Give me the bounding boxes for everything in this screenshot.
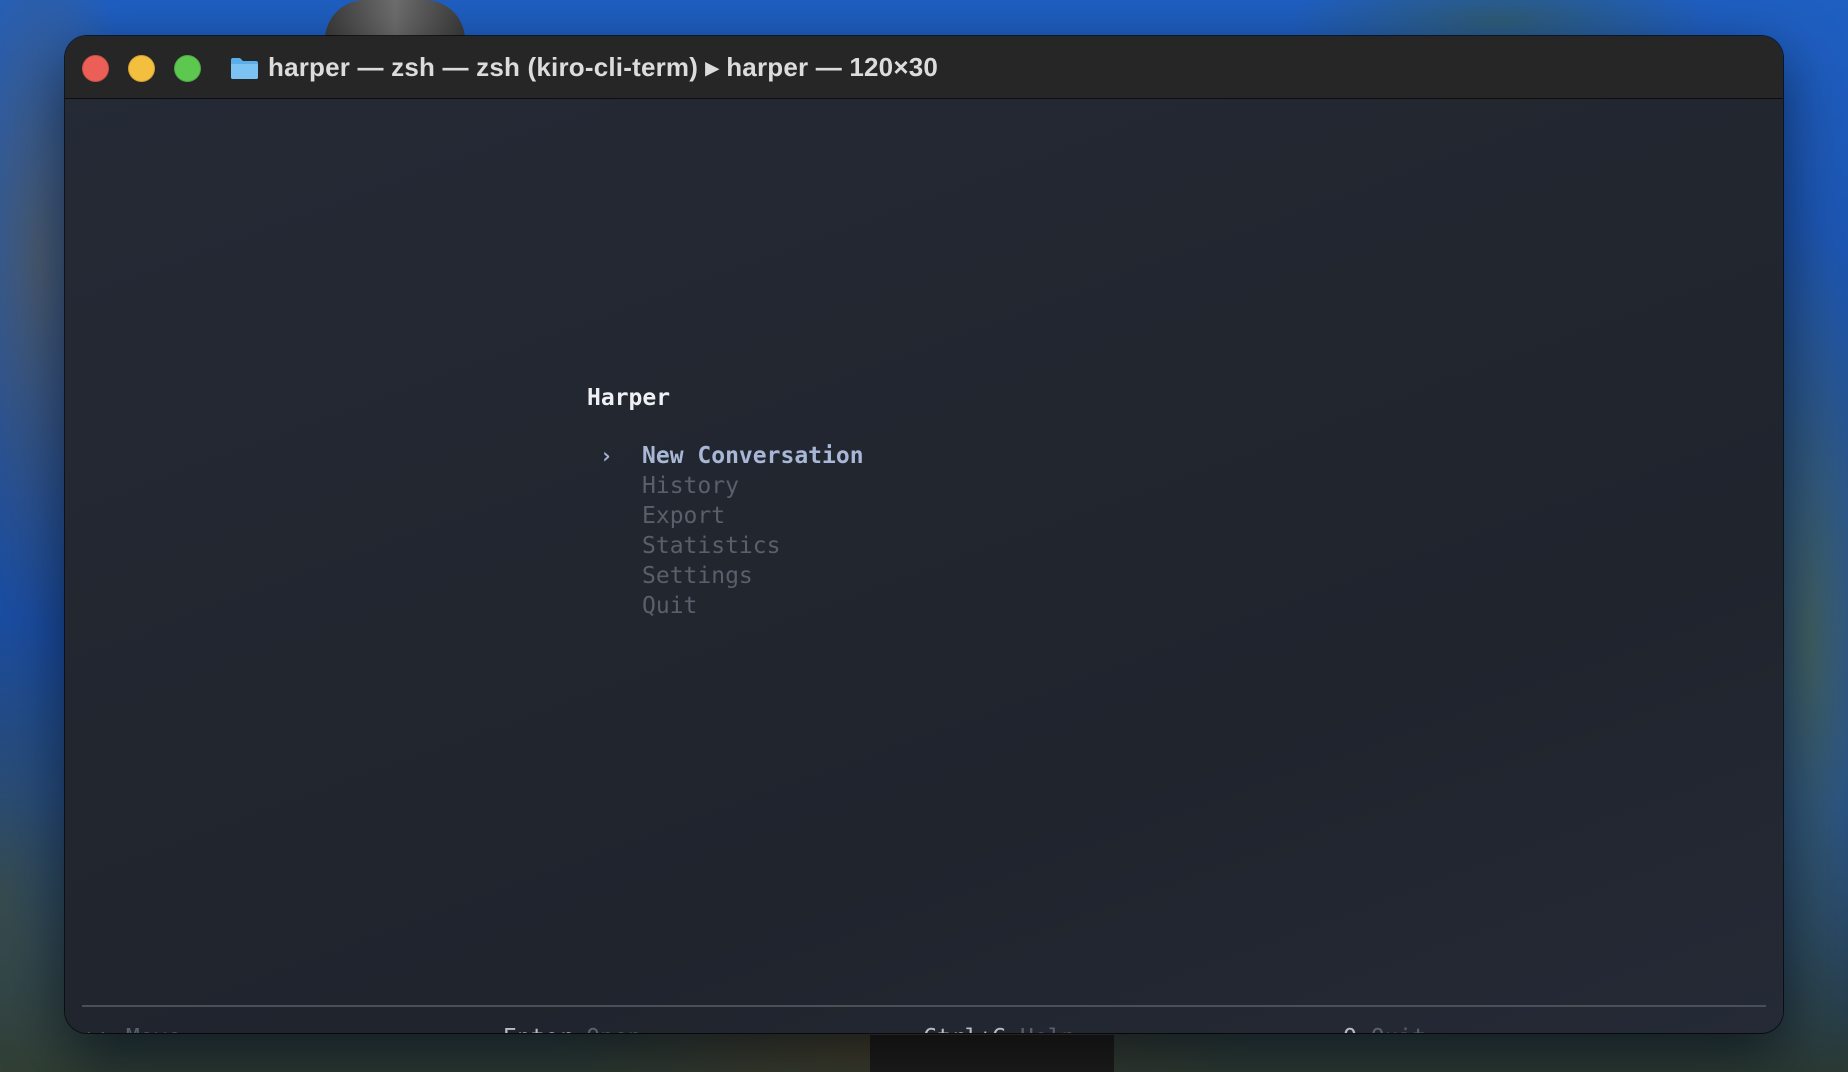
menu-item-label: Export [642,503,726,529]
close-window-button[interactable] [82,55,109,82]
hint-quit-label: Quit [1371,1025,1426,1033]
statusbar-divider [82,1005,1766,1007]
window-titlebar[interactable]: harper — zsh — zsh (kiro-cli-term) ▸ har… [65,36,1783,99]
up-down-arrows-icon: ↑↓ [82,1021,112,1033]
menu-item-label: Settings [642,563,753,589]
terminal-window: harper — zsh — zsh (kiro-cli-term) ▸ har… [65,36,1783,1033]
menu-item-label: New Conversation [642,443,864,469]
window-title: harper — zsh — zsh (kiro-cli-term) ▸ har… [268,52,939,82]
maximize-window-button[interactable] [174,55,201,82]
menu-item-export[interactable]: Export [600,501,864,531]
folder-icon [231,58,258,79]
menu-item-statistics[interactable]: Statistics [600,531,864,561]
main-menu: › New Conversation History Export Statis… [600,441,864,621]
menu-item-settings[interactable]: Settings [600,561,864,591]
hint-open: Enter Open [503,1021,642,1033]
menu-item-new-conversation[interactable]: › New Conversation [600,441,864,471]
hint-help-label: Help [1020,1025,1075,1033]
menu-item-history[interactable]: History [600,471,864,501]
hint-move: ↑↓ Move [82,1021,181,1033]
hint-help-key: Ctrl+G [923,1025,1006,1033]
selection-caret-icon: › [600,444,613,468]
menu-item-label: Quit [642,593,698,619]
desktop-wallpaper-tree [325,0,465,40]
minimize-window-button[interactable] [128,55,155,82]
hint-move-label: Move [126,1025,181,1033]
menu-item-label: Statistics [642,533,781,559]
hint-quit: Q Quit [1343,1021,1426,1033]
app-title: Harper [587,385,671,411]
menu-item-label: History [642,473,739,499]
hint-help: Ctrl+G Help [923,1021,1075,1033]
hint-quit-key: Q [1343,1025,1357,1033]
desktop-wallpaper-post [870,1035,1114,1072]
menu-item-quit[interactable]: Quit [600,591,864,621]
terminal-content[interactable]: Harper › New Conversation History Export… [65,99,1783,1033]
hint-open-key: Enter [503,1025,572,1033]
keybinding-statusbar: ↑↓ Move Enter Open Ctrl+G Help Q Quit [82,1021,1766,1033]
hint-open-label: Open [586,1025,641,1033]
